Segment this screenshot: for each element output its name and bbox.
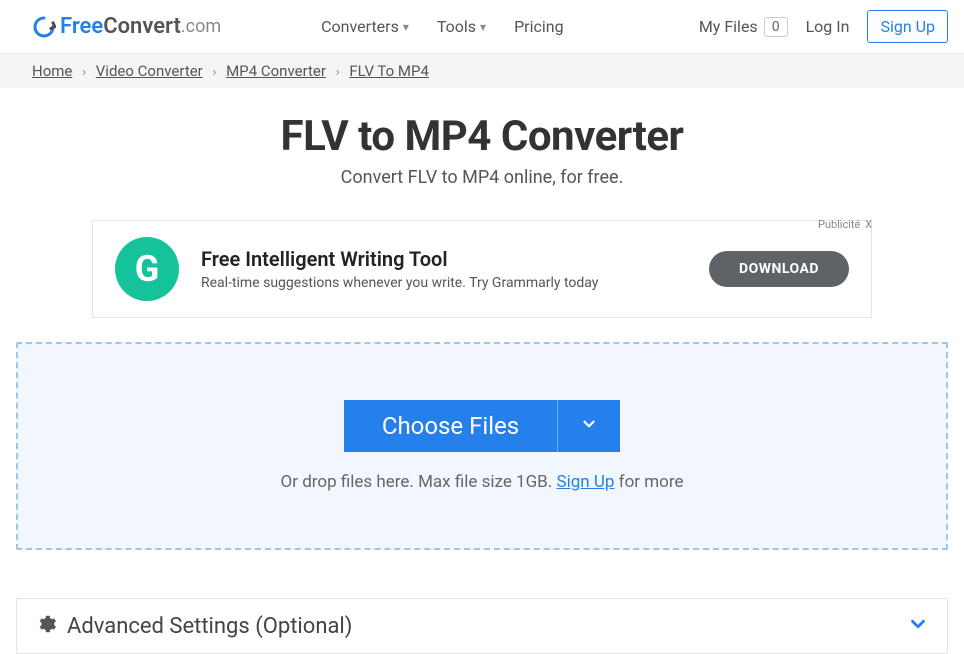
breadcrumb-video-converter[interactable]: Video Converter: [96, 62, 203, 80]
breadcrumb: Home › Video Converter › MP4 Converter ›…: [0, 54, 964, 88]
ad-download-button[interactable]: DOWNLOAD: [709, 251, 849, 287]
ad-container: Publicité X G Free Intelligent Writing T…: [92, 220, 872, 318]
chevron-down-icon: [580, 415, 598, 437]
ad-label-text: Publicité: [818, 218, 860, 231]
header: FreeConvert.com Converters ▾ Tools ▾ Pri…: [0, 0, 964, 54]
ad-logo-icon: G: [115, 237, 179, 301]
logo[interactable]: FreeConvert.com: [32, 14, 221, 39]
nav-converters-label: Converters: [321, 17, 399, 36]
logo-text-com: .com: [181, 16, 221, 37]
my-files-link[interactable]: My Files 0: [699, 17, 788, 37]
dropzone-help: Or drop files here. Max file size 1GB. S…: [18, 472, 946, 492]
ad-title: Free Intelligent Writing Tool: [201, 247, 709, 271]
ad-label: Publicité X: [818, 218, 872, 231]
chevron-down-icon: ▾: [403, 20, 409, 34]
chevron-right-icon: ›: [213, 65, 217, 80]
page-title: FLV to MP4 Converter: [0, 112, 964, 161]
choose-files-group: Choose Files: [344, 400, 620, 452]
nav-tools[interactable]: Tools ▾: [437, 17, 486, 36]
breadcrumb-mp4-converter[interactable]: MP4 Converter: [226, 62, 326, 80]
choose-files-dropdown[interactable]: [557, 400, 620, 452]
ad-text: Free Intelligent Writing Tool Real-time …: [201, 247, 709, 291]
file-dropzone[interactable]: Choose Files Or drop files here. Max fil…: [16, 342, 948, 550]
ad-close-icon[interactable]: X: [865, 218, 872, 231]
my-files-label: My Files: [699, 17, 758, 36]
dropzone-help-prefix: Or drop files here. Max file size 1GB.: [281, 472, 557, 492]
dropzone-signup-link[interactable]: Sign Up: [556, 472, 614, 492]
breadcrumb-current[interactable]: FLV To MP4: [349, 62, 429, 80]
nav-pricing-label: Pricing: [514, 17, 564, 36]
ad-subtitle: Real-time suggestions whenever you write…: [201, 275, 709, 291]
nav-converters[interactable]: Converters ▾: [321, 17, 409, 36]
nav-pricing[interactable]: Pricing: [514, 17, 564, 36]
main-nav: Converters ▾ Tools ▾ Pricing: [321, 17, 563, 36]
logo-text-convert: Convert: [103, 14, 181, 39]
my-files-count: 0: [764, 17, 788, 37]
ad-box[interactable]: G Free Intelligent Writing Tool Real-tim…: [92, 220, 872, 318]
logo-icon: [32, 15, 56, 39]
chevron-down-icon: [907, 613, 929, 639]
logo-text-free: Free: [60, 14, 103, 39]
nav-tools-label: Tools: [437, 17, 476, 36]
page-subtitle: Convert FLV to MP4 online, for free.: [0, 167, 964, 188]
hero: FLV to MP4 Converter Convert FLV to MP4 …: [0, 88, 964, 200]
chevron-right-icon: ›: [82, 65, 86, 80]
chevron-right-icon: ›: [336, 65, 340, 80]
advanced-settings-panel[interactable]: Advanced Settings (Optional): [16, 598, 948, 654]
header-right: My Files 0 Log In Sign Up: [699, 10, 948, 43]
advanced-settings-title: Advanced Settings (Optional): [67, 614, 907, 639]
gear-icon: [35, 613, 57, 639]
signup-button[interactable]: Sign Up: [867, 10, 948, 43]
chevron-down-icon: ▾: [480, 20, 486, 34]
breadcrumb-home[interactable]: Home: [32, 62, 72, 80]
choose-files-button[interactable]: Choose Files: [344, 400, 557, 452]
login-link[interactable]: Log In: [806, 17, 850, 36]
dropzone-help-suffix: for more: [614, 472, 683, 492]
